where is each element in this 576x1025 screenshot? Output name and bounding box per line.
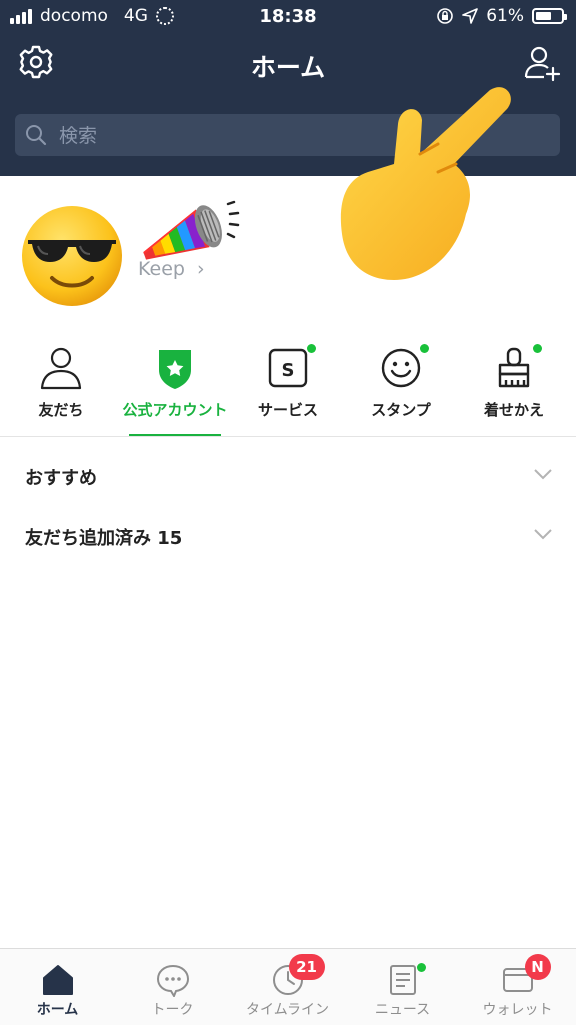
news-icon xyxy=(389,965,416,995)
bottom-tab-bar: ホーム トーク 21 タイムライン ニュース N ウォレット xyxy=(0,948,576,1025)
chat-bubble-icon xyxy=(156,964,189,997)
tab-label-wallet: ウォレット xyxy=(482,1002,553,1018)
category-label-services: サービス xyxy=(257,401,318,419)
section-label-recommended: おすすめ xyxy=(25,468,97,489)
page-title: ホーム xyxy=(250,53,326,82)
keep-link[interactable]: Keep › xyxy=(138,258,205,280)
tab-label-timeline: タイムライン xyxy=(245,1002,330,1018)
timeline-badge: 21 xyxy=(288,954,325,980)
chevron-down-icon xyxy=(534,469,552,480)
wallet-icon-wrap: N xyxy=(501,954,551,997)
news-icon-wrap xyxy=(386,963,426,997)
category-stickers[interactable]: スタンプ xyxy=(345,340,457,436)
category-services[interactable]: S サービス xyxy=(232,340,344,436)
new-dot xyxy=(420,344,429,353)
category-row: 友だち 公式アカウント S サービス スタンプ 着せかえ xyxy=(0,340,576,437)
status-right: 61% xyxy=(436,6,567,26)
sunglasses-face-avatar[interactable] xyxy=(20,204,124,308)
official-shield-icon xyxy=(159,350,191,389)
news-dot xyxy=(416,963,426,972)
keep-chevron-icon: › xyxy=(197,258,205,280)
keep-label: Keep xyxy=(138,258,185,280)
category-official-accounts[interactable]: 公式アカウント xyxy=(119,340,231,436)
wallet-badge: N xyxy=(524,954,551,980)
person-icon xyxy=(40,347,82,390)
tab-wallet[interactable]: N ウォレット xyxy=(460,949,575,1025)
battery-icon xyxy=(532,8,567,24)
sticker-icon-wrap xyxy=(379,344,429,390)
section-label-added-friends: 友だち追加済み 15 xyxy=(25,528,183,549)
service-letter: S xyxy=(282,360,295,381)
search-icon xyxy=(26,125,47,146)
category-friends[interactable]: 友だち xyxy=(5,340,117,436)
add-friend-icon[interactable] xyxy=(524,44,562,82)
category-label-themes: 着せかえ xyxy=(483,401,544,419)
battery-percent: 61% xyxy=(486,6,524,26)
tab-news[interactable]: ニュース xyxy=(345,949,460,1025)
new-dot xyxy=(533,344,542,353)
chevron-down-icon xyxy=(534,529,552,540)
tab-talk[interactable]: トーク xyxy=(115,949,230,1025)
orientation-lock-icon xyxy=(437,8,454,24)
section-recommended[interactable]: おすすめ xyxy=(0,448,576,506)
theme-icon-wrap xyxy=(492,344,542,390)
timeline-icon-wrap: 21 xyxy=(271,954,325,997)
service-icon-wrap: S xyxy=(266,344,316,390)
category-themes[interactable]: 着せかえ xyxy=(458,340,570,436)
brush-icon xyxy=(498,347,530,388)
new-dot xyxy=(307,344,316,353)
tab-label-home: ホーム xyxy=(36,1002,79,1018)
location-arrow-icon xyxy=(462,8,479,24)
megaphone-icon[interactable] xyxy=(132,194,244,260)
home-icon xyxy=(42,965,73,995)
service-s-icon: S xyxy=(268,348,308,388)
tab-label-news: ニュース xyxy=(374,1002,431,1018)
category-label-friends: 友だち xyxy=(38,401,84,419)
pointing-hand-icon xyxy=(340,87,511,280)
tab-home[interactable]: ホーム xyxy=(0,949,115,1025)
tab-label-talk: トーク xyxy=(151,1002,194,1018)
divider xyxy=(0,436,576,437)
category-label-official: 公式アカウント xyxy=(122,401,228,419)
category-label-stickers: スタンプ xyxy=(371,401,431,419)
tab-timeline[interactable]: 21 タイムライン xyxy=(230,949,345,1025)
smiley-icon xyxy=(381,348,421,388)
section-added-friends[interactable]: 友だち追加済み 15 xyxy=(0,508,576,566)
status-bar: docomo 4G 18:38 61% xyxy=(0,0,576,34)
